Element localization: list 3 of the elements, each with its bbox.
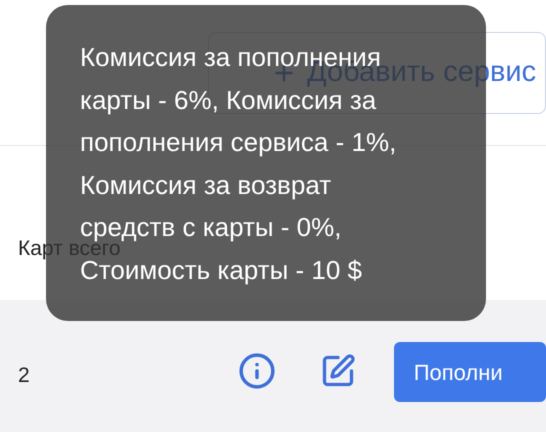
top-up-button[interactable]: Пополни bbox=[394, 342, 546, 402]
cards-total-value: 2 bbox=[18, 363, 30, 389]
info-icon[interactable] bbox=[238, 352, 276, 390]
